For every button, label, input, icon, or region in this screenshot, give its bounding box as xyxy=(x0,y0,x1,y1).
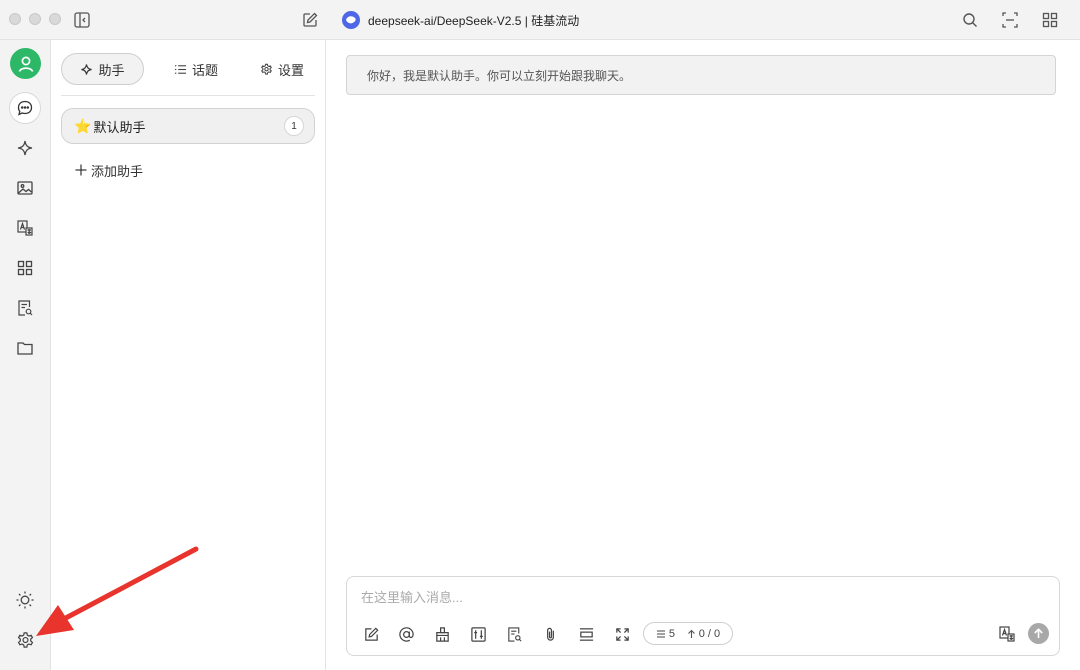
message-input[interactable] xyxy=(361,587,1041,607)
attachment-paperclip-icon[interactable] xyxy=(538,622,562,646)
toggle-sidebar-icon[interactable] xyxy=(71,9,93,31)
tab-topics[interactable]: 话题 xyxy=(161,53,231,85)
fullscreen-toggle-icon[interactable] xyxy=(999,9,1021,31)
tab-assistants[interactable]: 助手 xyxy=(61,53,144,85)
send-button[interactable] xyxy=(1028,623,1049,644)
layout-grid-icon[interactable] xyxy=(1039,9,1061,31)
add-assistant-label: 添加助手 xyxy=(91,163,144,179)
assistant-emoji: ⭐️ xyxy=(74,117,92,134)
assistant-welcome-message: 你好，我是默认助手。你可以立刻开始跟我聊天。 xyxy=(346,55,1056,95)
chat-icon[interactable] xyxy=(9,92,41,124)
theme-sun-icon[interactable] xyxy=(9,584,41,616)
plus-icon xyxy=(75,164,87,176)
document-search-icon[interactable] xyxy=(9,292,41,324)
translate-icon[interactable] xyxy=(995,622,1019,646)
new-topic-icon[interactable] xyxy=(359,622,383,646)
context-count: 5 xyxy=(656,628,675,640)
apps-grid-icon[interactable] xyxy=(9,252,41,284)
welcome-text: 你好，我是默认助手。你可以立刻开始跟我聊天。 xyxy=(367,68,632,83)
assistant-name: 默认助手 xyxy=(93,119,146,135)
assistant-list-item[interactable]: ⭐️ 默认助手 1 xyxy=(61,108,315,144)
model-selector[interactable]: deepseek-ai/DeepSeek-V2.5 | 硅基流动 xyxy=(342,9,579,31)
tab-settings[interactable]: 设置 xyxy=(246,53,318,85)
folder-icon[interactable] xyxy=(9,332,41,364)
settings-gear-icon[interactable] xyxy=(9,624,41,656)
divider xyxy=(61,95,315,96)
new-chat-edit-icon[interactable] xyxy=(299,9,321,31)
list-icon xyxy=(174,63,187,76)
sparkle-icon xyxy=(80,63,93,76)
arrow-up-icon xyxy=(1034,628,1043,638)
search-icon[interactable] xyxy=(959,9,981,31)
token-count: 0 / 0 xyxy=(687,628,720,640)
user-avatar[interactable] xyxy=(10,48,41,79)
tab-label: 助手 xyxy=(98,62,125,78)
knowledge-search-icon[interactable] xyxy=(502,622,526,646)
window-close-button[interactable] xyxy=(9,13,21,25)
tab-label: 设置 xyxy=(277,62,304,78)
deepseek-logo-icon xyxy=(342,11,360,29)
title-bar: deepseek-ai/DeepSeek-V2.5 | 硅基流动 xyxy=(0,0,1080,40)
topic-count-badge: 1 xyxy=(284,116,304,136)
collapse-messages-icon[interactable] xyxy=(574,622,598,646)
expand-input-icon[interactable] xyxy=(610,622,634,646)
settings-sliders-icon[interactable] xyxy=(466,622,490,646)
list-icon xyxy=(656,629,665,638)
clear-context-broom-icon[interactable] xyxy=(430,622,454,646)
arrow-up-icon xyxy=(687,629,695,638)
chat-area: 你好，我是默认助手。你可以立刻开始跟我聊天。 在这里输入消息... 5 0 / … xyxy=(326,40,1080,670)
add-assistant-button[interactable]: 添加助手 xyxy=(75,160,143,180)
model-title-text: deepseek-ai/DeepSeek-V2.5 | 硅基流动 xyxy=(368,13,580,28)
tab-label: 话题 xyxy=(191,62,218,78)
message-composer: 5 0 / 0 xyxy=(346,576,1060,656)
assistant-panel: 助手 话题 设置 ⭐️ 默认助手 1 添加助手 xyxy=(51,40,326,670)
window-zoom-button[interactable] xyxy=(49,13,61,25)
gear-icon xyxy=(260,63,273,76)
translate-icon[interactable] xyxy=(9,212,41,244)
mention-model-icon[interactable] xyxy=(394,622,418,646)
image-icon[interactable] xyxy=(9,172,41,204)
window-minimize-button[interactable] xyxy=(29,13,41,25)
context-token-counter[interactable]: 5 0 / 0 xyxy=(643,622,733,645)
sparkle-icon[interactable] xyxy=(9,132,41,164)
